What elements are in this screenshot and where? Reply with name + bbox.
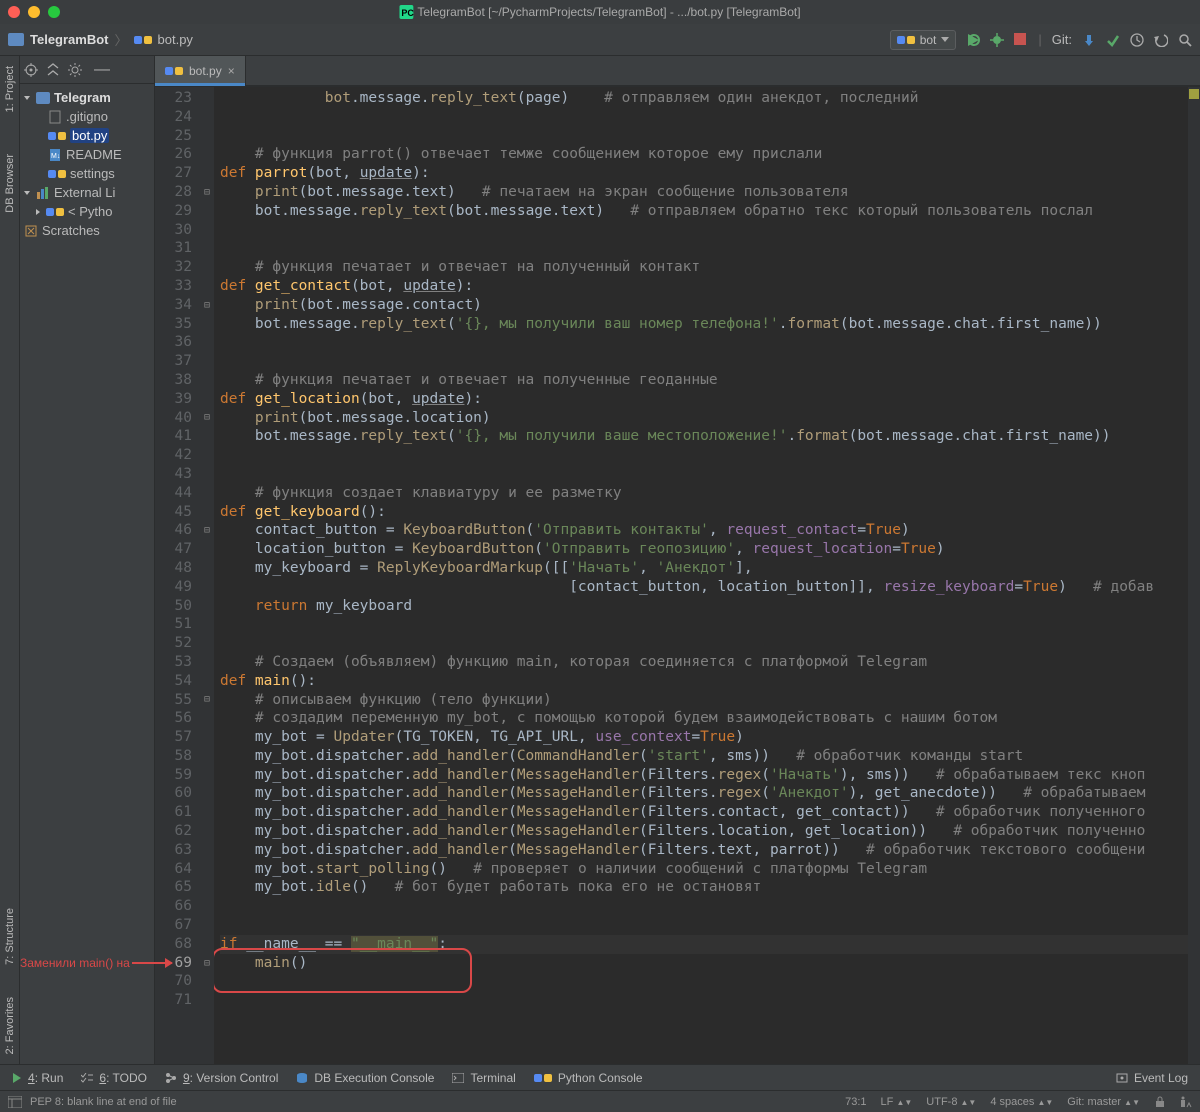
tree-scratch[interactable]: Scratches (20, 221, 154, 240)
toolwindow-pyconsole[interactable]: Python Console (534, 1071, 643, 1085)
minimize-toolwindow-icon[interactable]: — (94, 61, 110, 79)
toolwindow-tab-project[interactable]: 1: Project (4, 60, 16, 118)
search-icon[interactable] (1178, 33, 1192, 47)
breadcrumb[interactable]: TelegramBot 〉 bot.py (8, 30, 193, 49)
close-tab-icon[interactable]: × (228, 64, 235, 78)
titlebar: PC TelegramBot [~/PycharmProjects/Telegr… (0, 0, 1200, 24)
locate-icon[interactable] (24, 63, 38, 77)
file-encoding[interactable]: UTF-8 ▲▼ (926, 1096, 976, 1108)
toolwindow-todo[interactable]: 6: TODO (81, 1071, 147, 1085)
annotation-label: Заменили main() на (20, 956, 172, 970)
close-icon[interactable] (8, 6, 20, 18)
toolwindow-vc[interactable]: 9: Version Control (165, 1071, 278, 1085)
toolwindows-icon[interactable] (8, 1096, 22, 1108)
fold-gutter[interactable]: ⊟⊟⊟⊟⊟⊟ (200, 87, 214, 1064)
chevron-down-icon (941, 37, 949, 42)
git-update-icon[interactable] (1082, 33, 1096, 47)
tree-gitignore[interactable]: .gitigno (20, 107, 154, 126)
event-log[interactable]: Event Log (1116, 1071, 1188, 1085)
toolbar-right: bot | Git: (890, 30, 1192, 50)
tree-external[interactable]: External Li (20, 183, 154, 202)
minimize-icon[interactable] (28, 6, 40, 18)
breadcrumb-project[interactable]: TelegramBot (30, 32, 109, 47)
code-area[interactable]: bot.message.reply_text(page) # отправляе… (214, 87, 1188, 1064)
line-number-gutter[interactable]: 2324252627282930313233343536373839404142… (155, 87, 200, 1064)
folder-icon (8, 33, 24, 46)
tree-python[interactable]: < Pytho (20, 202, 154, 221)
git-label: Git: (1052, 32, 1072, 47)
editor-tabs: bot.py × (155, 56, 1200, 86)
tree-botpy[interactable]: bot.py (20, 126, 154, 145)
window-title: PC TelegramBot [~/PycharmProjects/Telegr… (399, 5, 800, 19)
toolwindow-tab-structure[interactable]: 7: Structure (4, 902, 16, 971)
gear-icon[interactable] (68, 63, 82, 77)
window-controls (8, 6, 60, 18)
history-icon[interactable] (1130, 33, 1144, 47)
run-configuration-selector[interactable]: bot (890, 30, 957, 50)
error-stripe[interactable] (1188, 87, 1200, 1064)
stop-icon[interactable] (1014, 33, 1028, 47)
python-file-icon (134, 36, 152, 44)
status-message: PEP 8: blank line at end of file (30, 1096, 177, 1108)
editor[interactable]: 2324252627282930313233343536373839404142… (155, 87, 1200, 1064)
breadcrumb-file[interactable]: bot.py (158, 32, 193, 47)
git-commit-icon[interactable] (1106, 33, 1120, 47)
run-icon[interactable] (966, 33, 980, 47)
bottom-toolbar: 4: Run 6: TODO 9: Version Control DB Exe… (0, 1064, 1200, 1090)
annotation-box (214, 948, 472, 994)
project-tree[interactable]: Telegram .gitigno bot.py M↓README settin… (20, 84, 154, 244)
collapse-all-icon[interactable] (46, 63, 60, 77)
editor-tab-botpy[interactable]: bot.py × (155, 56, 246, 85)
caret-position[interactable]: 73:1 (845, 1096, 866, 1108)
warning-marker[interactable] (1189, 89, 1199, 99)
revert-icon[interactable] (1154, 33, 1168, 47)
toolwindow-db[interactable]: DB Execution Console (296, 1071, 434, 1085)
toolwindow-run[interactable]: 4: Run (12, 1071, 63, 1085)
tree-readme[interactable]: M↓README (20, 145, 154, 164)
toolwindow-tab-favorites[interactable]: 2: Favorites (4, 991, 16, 1060)
tree-root[interactable]: Telegram (20, 88, 154, 107)
project-panel-toolbar: — (20, 56, 154, 84)
indent-setting[interactable]: 4 spaces ▲▼ (990, 1096, 1053, 1108)
svg-text:PC: PC (401, 8, 413, 18)
svg-text:M↓: M↓ (51, 153, 60, 160)
lock-icon[interactable] (1154, 1096, 1166, 1108)
git-branch[interactable]: Git: master ▲▼ (1067, 1096, 1140, 1108)
toolwindow-tab-dbbrowser[interactable]: DB Browser (4, 148, 16, 219)
inspector-icon[interactable] (1180, 1096, 1192, 1108)
navbar: TelegramBot 〉 bot.py bot | Git: (0, 24, 1200, 56)
left-tool-gutter: 1: Project DB Browser 7: Structure 2: Fa… (0, 56, 20, 1064)
toolwindow-terminal[interactable]: Terminal (452, 1071, 515, 1085)
debug-icon[interactable] (990, 33, 1004, 47)
status-bar: PEP 8: blank line at end of file 73:1 LF… (0, 1090, 1200, 1112)
tree-settings[interactable]: settings (20, 164, 154, 183)
maximize-icon[interactable] (48, 6, 60, 18)
pycharm-icon: PC (399, 5, 413, 19)
project-panel: — Telegram .gitigno bot.py M↓README sett… (20, 56, 155, 1064)
line-separator[interactable]: LF ▲▼ (881, 1096, 913, 1108)
